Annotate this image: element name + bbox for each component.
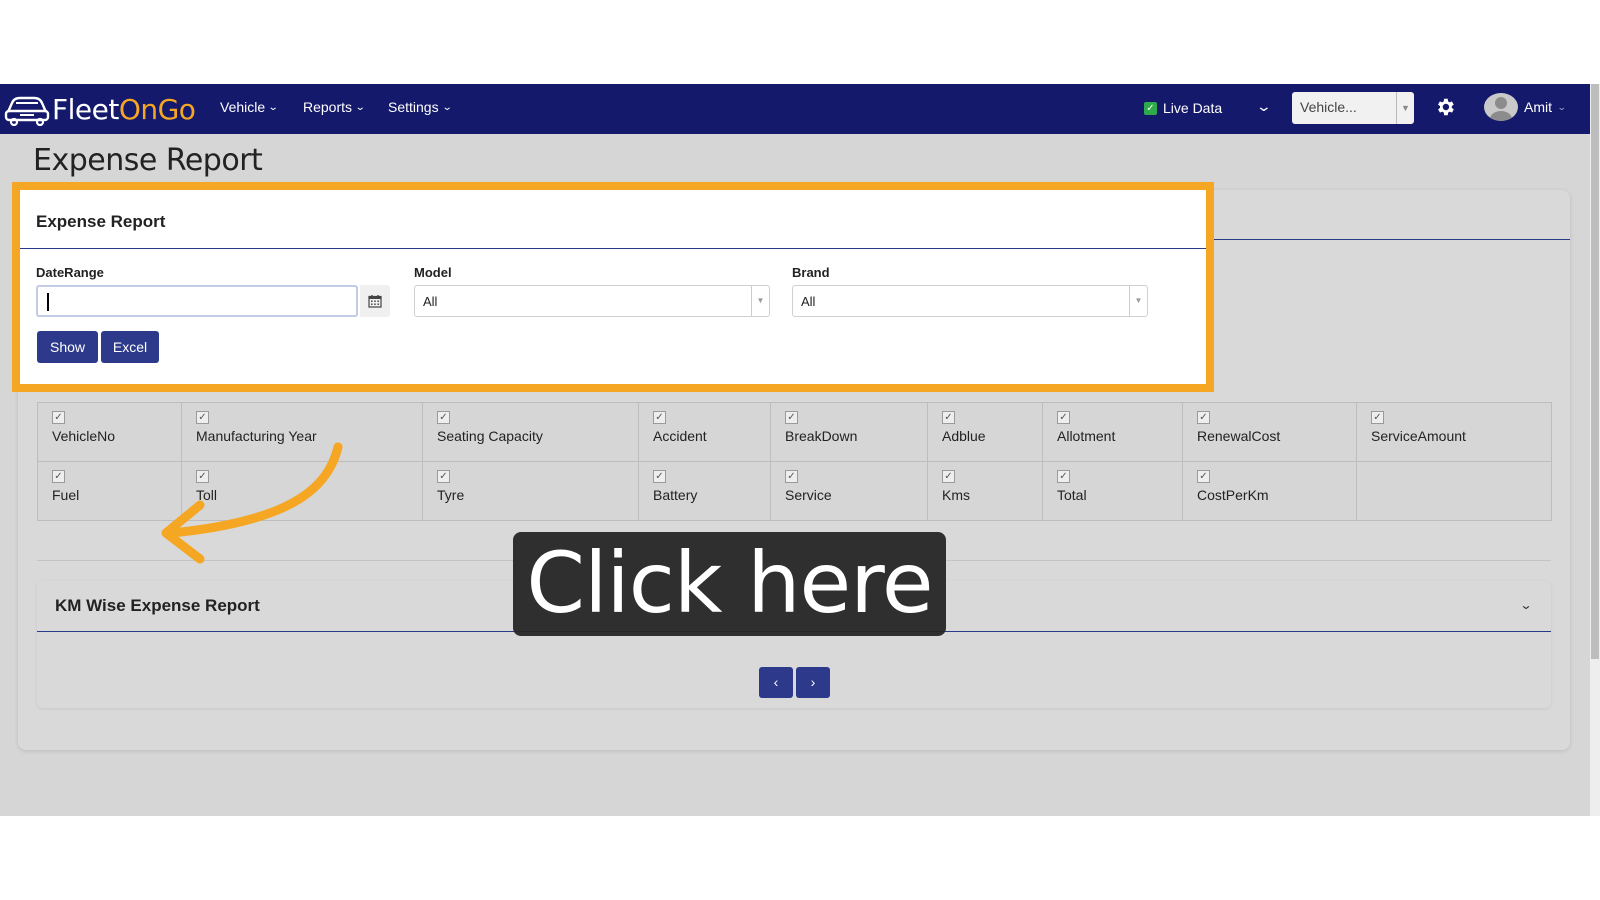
column-option-label: Service (785, 487, 832, 503)
column-option[interactable]: ✓ Adblue (927, 402, 1043, 462)
text-cursor (47, 293, 49, 311)
column-option-label: Kms (942, 487, 970, 503)
empty-cell (1356, 461, 1552, 521)
checkbox-checked-icon[interactable]: ✓ (942, 411, 955, 424)
chevron-down-icon: ⌄ (267, 101, 279, 113)
expense-filter-panel: Expense Report DateRange Model All ▼ Bra… (12, 182, 1214, 392)
nav-menu-reports-label: Reports (303, 99, 353, 115)
column-option[interactable]: ✓ Seating Capacity (422, 402, 639, 462)
chevron-down-icon[interactable]: ⌄ (1256, 98, 1272, 115)
nav-menu-settings-label: Settings (388, 99, 439, 115)
scrollbar-thumb[interactable] (1591, 84, 1599, 659)
logo-text-ongo: OnGo (118, 92, 196, 126)
column-option[interactable]: ✓ Service (770, 461, 928, 521)
column-option[interactable]: ✓ Tyre (422, 461, 639, 521)
column-option-label: RenewalCost (1197, 428, 1281, 444)
next-page-button[interactable]: › (796, 667, 830, 698)
vehicle-select-value: Vehicle... (1300, 99, 1357, 115)
chevron-down-icon: ⌄ (354, 101, 366, 113)
column-option-label: VehicleNo (52, 428, 116, 444)
logo-text-fleet: Fleet (52, 92, 119, 126)
model-select[interactable]: All ▼ (414, 285, 770, 317)
vertical-scrollbar[interactable] (1590, 84, 1600, 816)
column-option[interactable]: ✓ RenewalCost (1182, 402, 1357, 462)
column-option[interactable]: ✓ BreakDown (770, 402, 928, 462)
column-option-label: Fuel (52, 487, 80, 503)
brand-select[interactable]: All ▼ (792, 285, 1148, 317)
column-option[interactable]: ✓ Kms (927, 461, 1043, 521)
column-option-label: Total (1057, 487, 1087, 503)
show-button[interactable]: Show (37, 331, 98, 363)
column-option-label: Accident (653, 428, 707, 444)
brand-label: Brand (792, 265, 830, 280)
checkbox-checked-icon[interactable]: ✓ (653, 470, 666, 483)
filter-panel-title: Expense Report (36, 212, 166, 231)
checkbox-checked-icon[interactable]: ✓ (437, 411, 450, 424)
user-menu[interactable]: Amit ⌄ (1484, 93, 1567, 121)
arrow-annotation-icon (161, 442, 343, 564)
checkbox-checked-icon[interactable]: ✓ (785, 411, 798, 424)
car-logo-icon (4, 96, 50, 126)
column-option[interactable]: ✓ ServiceAmount (1356, 402, 1552, 462)
dropdown-arrow-icon: ▼ (1129, 286, 1147, 316)
checkbox-checked-icon[interactable]: ✓ (437, 470, 450, 483)
model-select-value: All (423, 294, 438, 309)
nav-menu-reports[interactable]: Reports ⌄ (303, 99, 366, 115)
chevron-down-icon: ⌄ (441, 101, 453, 113)
nav-menu-vehicle-label: Vehicle (220, 99, 266, 115)
checkbox-checked-icon[interactable]: ✓ (1197, 470, 1210, 483)
column-option-label: ServiceAmount (1371, 428, 1466, 444)
vehicle-select[interactable]: Vehicle... ▼ (1292, 92, 1414, 124)
column-option[interactable]: ✓ Allotment (1042, 402, 1183, 462)
date-range-input[interactable] (36, 285, 358, 317)
column-option-label: CostPerKm (1197, 487, 1269, 503)
column-option-label: Battery (653, 487, 698, 503)
date-range-label: DateRange (36, 265, 104, 280)
column-option[interactable]: ✓ Accident (638, 402, 771, 462)
gear-icon[interactable] (1434, 96, 1456, 123)
click-here-overlay: Click here (513, 532, 946, 636)
column-option-label: Seating Capacity (437, 428, 543, 444)
model-label: Model (414, 265, 452, 280)
live-data-toggle[interactable]: ✓ Live Data (1144, 100, 1222, 116)
dropdown-arrow-icon: ▼ (1396, 92, 1414, 124)
brand-select-value: All (801, 294, 816, 309)
app-window: FleetOnGo Vehicle ⌄ Reports ⌄ Settings ⌄… (0, 84, 1590, 816)
checkbox-checked-icon[interactable]: ✓ (785, 470, 798, 483)
column-option-label: Adblue (942, 428, 986, 444)
checkbox-checked-icon[interactable]: ✓ (196, 411, 209, 424)
checkbox-checked-icon[interactable]: ✓ (1144, 101, 1157, 115)
column-option[interactable]: ✓ Total (1042, 461, 1183, 521)
divider (20, 248, 1206, 249)
checkbox-checked-icon[interactable]: ✓ (52, 470, 65, 483)
dropdown-arrow-icon: ▼ (751, 286, 769, 316)
nav-menu-settings[interactable]: Settings ⌄ (388, 99, 453, 115)
column-option[interactable]: ✓ CostPerKm (1182, 461, 1357, 521)
column-option-label: Tyre (437, 487, 465, 503)
previous-page-button[interactable]: ‹ (759, 667, 793, 698)
user-name: Amit (1524, 99, 1552, 115)
column-option-label: BreakDown (785, 428, 858, 444)
checkbox-checked-icon[interactable]: ✓ (1197, 411, 1210, 424)
checkbox-checked-icon[interactable]: ✓ (1371, 411, 1384, 424)
excel-button[interactable]: Excel (101, 331, 159, 363)
avatar (1484, 93, 1518, 121)
column-option[interactable]: ✓ Battery (638, 461, 771, 521)
checkbox-checked-icon[interactable]: ✓ (653, 411, 666, 424)
fleetongo-logo[interactable]: FleetOnGo (4, 90, 200, 128)
page-title: Expense Report (33, 143, 263, 178)
checkbox-checked-icon[interactable]: ✓ (1057, 470, 1070, 483)
checkbox-checked-icon[interactable]: ✓ (942, 470, 955, 483)
checkbox-checked-icon[interactable]: ✓ (52, 411, 65, 424)
column-option-label: Allotment (1057, 428, 1116, 444)
chevron-down-icon[interactable]: ⌄ (1519, 598, 1532, 612)
nav-menu-vehicle[interactable]: Vehicle ⌄ (220, 99, 279, 115)
top-navbar: FleetOnGo Vehicle ⌄ Reports ⌄ Settings ⌄… (0, 84, 1590, 134)
live-data-label: Live Data (1163, 100, 1223, 116)
checkbox-checked-icon[interactable]: ✓ (1057, 411, 1070, 424)
chevron-down-icon: ⌄ (1556, 101, 1567, 112)
calendar-icon[interactable] (360, 285, 390, 317)
km-wise-panel-title[interactable]: KM Wise Expense Report (55, 596, 260, 616)
